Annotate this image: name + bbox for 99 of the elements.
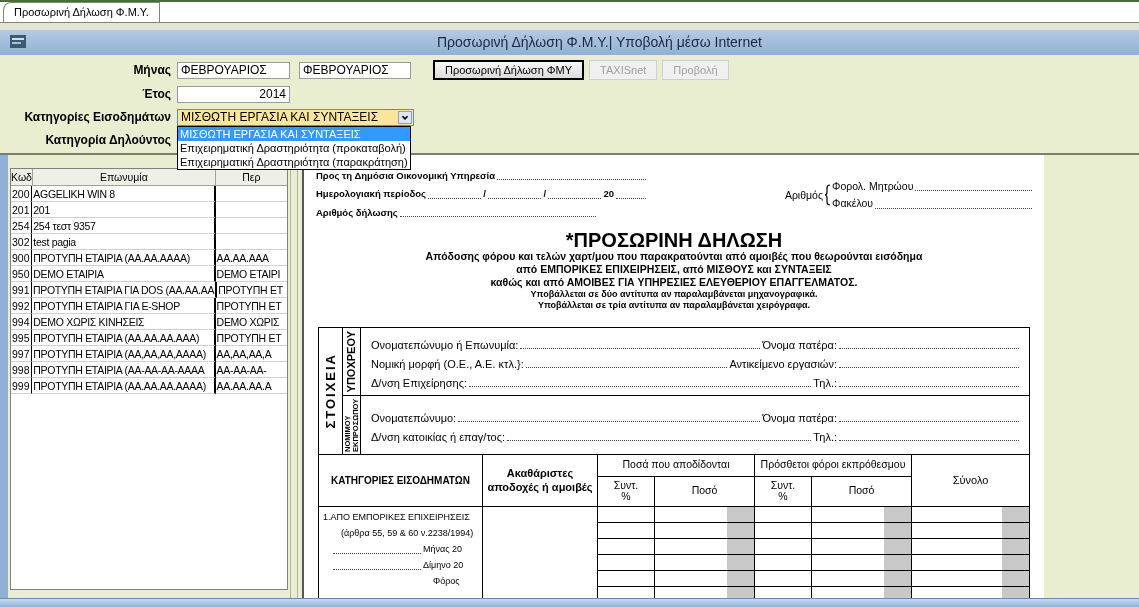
column-header: Συντ. % xyxy=(612,480,640,503)
table-cell: ΑΑ-ΑΑ-ΑΑ- xyxy=(215,362,287,378)
month-from-field[interactable]: ΦΕΒΡΟΥΑΡΙΟΣ xyxy=(177,61,290,79)
column-header: Σύνολο xyxy=(952,473,989,488)
field-label: Ημερολογιακή περίοδος xyxy=(316,187,426,202)
document-title: *ΠΡΟΣΩΡΙΝΗ ΔΗΛΩΣΗ xyxy=(565,229,783,250)
field-label: Ονοματεπώνυμο ή Επωνυμία: xyxy=(371,337,519,352)
toolbar-button[interactable]: Προσωρινή Δήλωση ΦΜΥ xyxy=(433,60,585,80)
column-header[interactable]: Περ xyxy=(215,169,287,185)
tab[interactable]: Προσωρινή Δήλωση Φ.Μ.Υ. xyxy=(3,2,160,22)
field-label: Κατηγορία Δηλούντος xyxy=(44,132,172,149)
dropdown-option[interactable]: Επιχειρηματική Δραστηριότητα (παρακράτηση) xyxy=(178,154,410,169)
table-cell: ΠΡΟΤΥΠΗ ΕΤΑΙΡΙΑ (ΑΑ.ΑΑ.ΑΑ.ΑΑΑΑ) xyxy=(32,378,216,394)
subtitle-line: καθώς και από ΑΜΟΙΒΕΣ ΓΙΑ ΥΠΗΡΕΣΙΕΣ ΕΛΕΥΘΕΡΙΟΥ ΕΠΑΓΓΕΛΜΑΤΟΣ. xyxy=(490,275,858,289)
column-header: Ποσά που αποδίδονται xyxy=(622,457,730,473)
date-separator: / xyxy=(543,187,546,202)
table-cell: ΠΡΟΤΥΠΗ ΕΤ xyxy=(215,330,287,346)
column-header: Συντ. % xyxy=(769,480,797,503)
table-cell: ΠΡΟΤΥΠΗ ΕΤΑΙΡΙΑ (ΑΑ.ΑΑ.ΑΑ.ΑΑΑ) xyxy=(32,330,216,346)
fill-in-line xyxy=(488,197,542,199)
field-label: Αριθμός δήλωσης xyxy=(316,205,398,220)
table-cell: 302 xyxy=(11,234,33,250)
year-field[interactable]: 2014 xyxy=(177,85,290,103)
column-header: Ποσό xyxy=(691,483,718,499)
row-label: Φόρος xyxy=(432,574,461,588)
field-label: Έτος xyxy=(141,86,172,103)
table-cell: ΠΡΟΤΥΠΗ ΕΤ xyxy=(215,298,287,314)
table-cell: DEMO ΧΩΡΙΣ ΚΙΝΗΣΕΙΣ xyxy=(32,314,216,330)
table-cell: AGGELIKH WIN 8 xyxy=(32,186,216,202)
field-label: Αντικείμενο εργασιών: xyxy=(729,356,837,371)
table-cell: DEMO ΕΤΑΙΡΙ xyxy=(215,266,287,282)
fill-in-line xyxy=(548,197,602,199)
field-label: Όνομα πατέρα: xyxy=(762,337,837,352)
subtitle-line: Απόδοσης φόρου και τελών χαρτ/μου που παρακρατούνται από αμοιβές που θεωρούνται εισόδημα xyxy=(425,249,923,263)
app-logo-icon xyxy=(10,35,26,48)
group-label: ΥΠΟΧΡΕΟΥ xyxy=(344,330,359,392)
table-cell: 999 xyxy=(11,378,33,394)
table-cell: 995 xyxy=(11,330,33,346)
table-cell: 254 τεστ 9357 xyxy=(32,218,216,234)
field-label: Τηλ.: xyxy=(813,429,837,444)
subtitle-line: από ΕΜΠΟΡΙΚΕΣ ΕΠΙΧΕΙΡΗΣΕΙΣ, από ΜΙΣΘΟΥΣ και ΣΥΝΤΑΞΕΙΣ xyxy=(516,262,832,276)
field-label: Κατηγορίες Εισοδημάτων xyxy=(23,109,172,126)
fill-in-line xyxy=(616,197,646,199)
table-cell: ΠΡΟΤΥΠΗ ΕΤΑΙΡΙΑ (ΑΑ-ΑΑ-ΑΑ-ΑΑΑΑ xyxy=(32,362,216,378)
row-label: Μήνας 20 xyxy=(423,543,463,557)
note-line: Υποβάλλεται σε τρία αντίτυπα αν παραλαμβάνεται χειρόγραφα. xyxy=(537,299,811,311)
field-label: Φορολ. Μητρώου xyxy=(832,178,914,194)
table-cell: ΠΡΟΤΥΠΗ ΕΤΑΙΡΙΑ ΓΙΑ DOS (ΑΑ.ΑΑ.ΑΑ xyxy=(31,282,218,298)
field-label: Νομική μορφή (Ο.Ε., Α.Ε. κτλ.}: xyxy=(371,356,524,371)
date-separator: 20 xyxy=(603,187,614,202)
field-label: Ονοματεπώνυμο: xyxy=(371,410,457,425)
column-header: Ακαθάριστες αποδοχές ή αμοιβές xyxy=(486,466,594,495)
row-label: Δίμηνο 20 xyxy=(423,559,464,573)
chevron-down-icon xyxy=(398,110,412,124)
table-cell: 950 xyxy=(11,266,33,282)
table-cell: 992 xyxy=(11,298,33,314)
table-cell: 201 xyxy=(32,202,216,218)
field-label: Δ/νση κατοικίας ή επαγ/τος: xyxy=(371,429,506,444)
row-label: 1.ΑΠΟ ΕΜΠΟΡΙΚΕΣ ΕΠΙΧΕΙΡΗΣΕΙΣ xyxy=(323,510,471,524)
table-cell: ΑΑ,ΑΑ,ΑΑ,Α xyxy=(215,346,287,362)
date-separator: / xyxy=(483,187,486,202)
table-cell: 900 xyxy=(11,250,33,266)
table-cell: DEMO ΕΤΑΙΡΙΑ xyxy=(32,266,216,282)
table-cell: 991 xyxy=(11,282,32,298)
field-label: Τηλ.: xyxy=(813,375,837,390)
field-label: Φακέλου xyxy=(832,196,874,212)
window-title: Προσωρινή Δήλωση Φ.Μ.Υ.| Υποβολή μέσω Internet xyxy=(437,33,762,52)
brace-icon xyxy=(824,184,831,207)
column-header: Πρόσθετοι φόροι εκπρόθεσμου xyxy=(760,457,906,473)
column-header: ΚΑΤΗΓΟΡΙΕΣ ΕΙΣΟΔΗΜΑΤΩΝ xyxy=(331,473,470,488)
field-label: Προς τη Δημόσια Οικονομική Υπηρεσία xyxy=(316,169,495,183)
month-to-field[interactable]: ΦΕΒΡΟΥΑΡΙΟΣ xyxy=(299,61,411,79)
table-cell: 997 xyxy=(11,346,33,362)
dropdown-option[interactable]: Επιχειρηματική Δραστηριότητα (προκαταβολή) xyxy=(178,140,410,155)
column-header: Ποσό xyxy=(848,483,875,499)
table-cell: 200 xyxy=(11,186,33,202)
table-cell: ΠΡΟΤΥΠΗ ΕΤ xyxy=(217,282,287,298)
column-header[interactable]: Επωνυμία xyxy=(32,169,216,185)
fill-in-line xyxy=(427,197,482,199)
table-cell: 254 xyxy=(11,218,33,234)
table-cell: DEMO ΧΩΡΙΣ xyxy=(215,314,287,330)
section-label: ΣΤΟΙΧΕΙΑ xyxy=(321,352,339,429)
table-cell: ΠΡΟΤΥΠΗ ΕΤΑΙΡΙΑ ΓΙΑ E-SHOP xyxy=(32,298,216,314)
income-category-dropdown[interactable]: ΜΙΣΘΩΤΗ ΕΡΓΑΣΙΑ ΚΑΙ ΣΥΝΤΑΞΕΙΣ xyxy=(177,108,414,126)
table-cell: test pagia xyxy=(32,234,216,250)
table-cell: 201 xyxy=(11,202,33,218)
table-cell: 994 xyxy=(11,314,33,330)
field-label: Δ/νση Επιχείρησης: xyxy=(371,375,467,390)
field-label: Όνομα πατέρα: xyxy=(762,410,837,425)
table-cell: 998 xyxy=(11,362,33,378)
table-cell: ΑΑ.ΑΑ.ΑΑ.Α xyxy=(215,378,287,394)
field-label: Μήνας xyxy=(132,62,172,79)
table-cell: ΠΡΟΤΥΠΗ ΕΤΑΙΡΙΑ (ΑΑ.ΑΑ.ΑΑΑΑ) xyxy=(32,250,216,266)
table-cell: ΠΡΟΤΥΠΗ ΕΤΑΙΡΙΑ (ΑΑ,ΑΑ,ΑΑ,ΑΑΑΑ) xyxy=(32,346,216,362)
table-cell: ΑΑ.ΑΑ.ΑΑΑ xyxy=(215,250,287,266)
row-label: (άρθρα 55, 59 & 60 ν.2238/1994) xyxy=(340,526,475,540)
field-label: Αριθμός xyxy=(784,187,823,203)
note-line: Υποβάλλεται σε δύο αντίτυπα αν παραλαμβάνεται μηχανογραφικά. xyxy=(530,288,818,300)
column-header[interactable]: Κωδ xyxy=(11,169,33,185)
